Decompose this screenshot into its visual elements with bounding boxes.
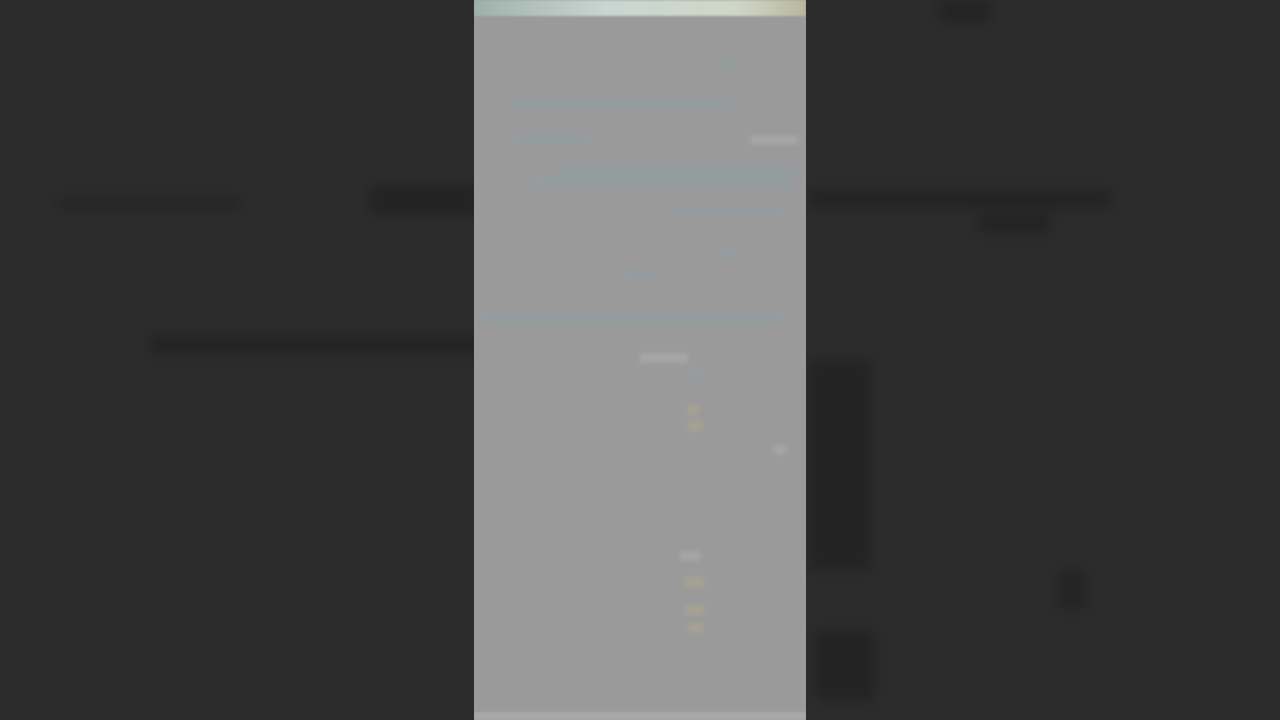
blurred-content <box>774 446 786 454</box>
blurred-background-shape <box>810 190 1110 208</box>
blurred-content <box>512 134 592 142</box>
blurred-background-shape <box>980 212 1050 234</box>
blurred-content <box>750 136 798 144</box>
status-bar <box>474 0 806 16</box>
blurred-background-shape <box>150 336 480 354</box>
blurred-content <box>512 100 734 108</box>
home-indicator <box>474 712 806 720</box>
blurred-content <box>686 606 704 614</box>
blurred-content <box>688 406 698 414</box>
blurred-background-shape <box>810 360 870 570</box>
blurred-content <box>720 250 736 258</box>
blurred-background-shape <box>1060 570 1084 610</box>
blurred-content <box>558 166 798 174</box>
blurred-content <box>688 422 702 430</box>
blurred-content <box>480 314 784 322</box>
phone-screen <box>474 0 806 720</box>
blurred-content <box>688 624 702 632</box>
video-frame <box>0 0 1280 720</box>
blurred-background-shape <box>60 198 240 208</box>
blurred-content <box>688 370 704 378</box>
blurred-content <box>534 178 794 186</box>
blurred-background-shape <box>940 0 990 22</box>
blurred-content <box>680 552 700 560</box>
blurred-content <box>624 270 654 278</box>
blurred-background-shape <box>815 630 875 700</box>
blurred-content <box>640 354 688 362</box>
blurred-background-shape <box>370 186 480 214</box>
blurred-content <box>674 208 784 216</box>
blurred-content <box>720 60 730 68</box>
blurred-content <box>686 578 704 586</box>
